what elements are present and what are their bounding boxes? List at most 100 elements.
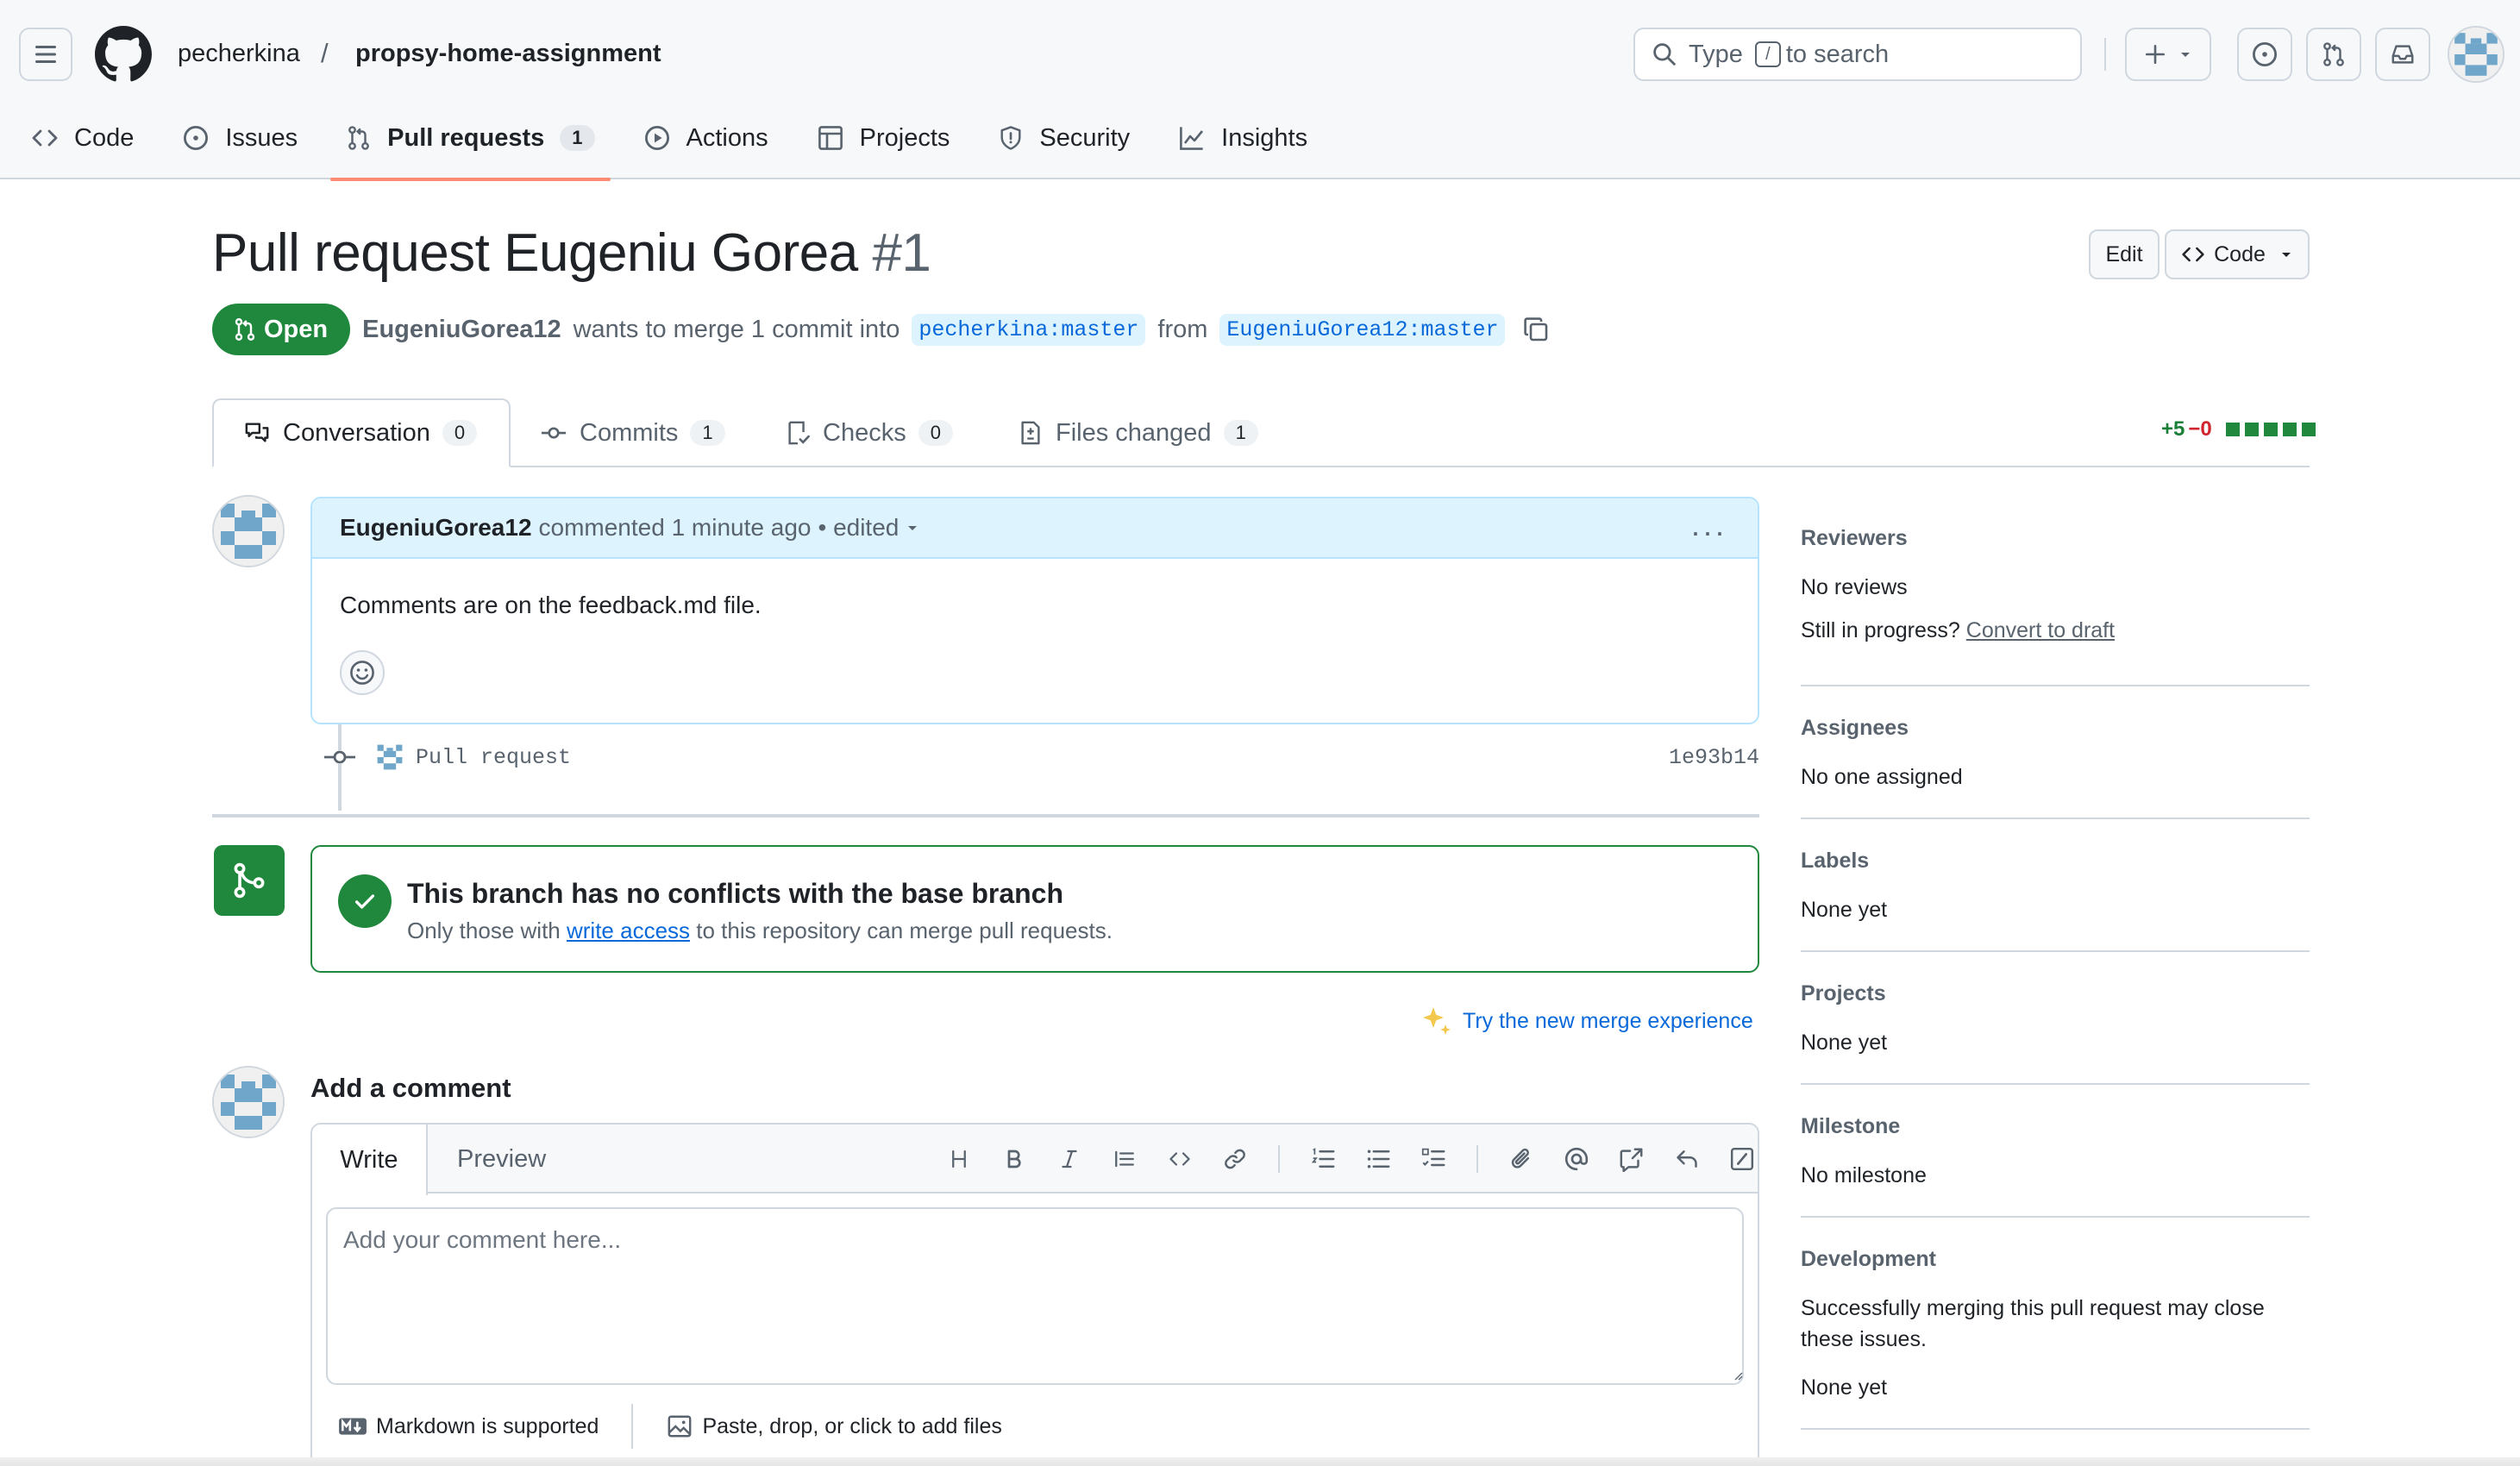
sidebar-value: No one assigned — [1801, 765, 1963, 789]
sidebar-heading[interactable]: Development — [1801, 1247, 2310, 1272]
code-dropdown-button[interactable]: Code — [2165, 229, 2310, 279]
git-commit-icon — [324, 750, 355, 764]
search-icon — [1653, 43, 1676, 66]
unordered-list-icon[interactable] — [1351, 1142, 1406, 1176]
comment-meta[interactable]: commented 1 minute ago — [539, 514, 812, 542]
sidebar-heading[interactable]: Milestone — [1801, 1114, 2310, 1139]
table-icon — [818, 126, 843, 150]
add-reaction-button[interactable] — [340, 650, 385, 695]
reply-icon[interactable] — [1659, 1142, 1714, 1176]
github-logo-icon[interactable] — [95, 26, 152, 83]
repo-tab-projects[interactable]: Projects — [801, 110, 966, 166]
user-avatar[interactable] — [2448, 26, 2504, 83]
sidebar-milestone: Milestone No milestone — [1801, 1114, 2310, 1191]
commit-item: Pull request 1e93b14 — [323, 740, 1759, 774]
commit-sha[interactable]: 1e93b14 — [1669, 745, 1759, 770]
create-new-button[interactable] — [2125, 28, 2211, 81]
breadcrumb-repo[interactable]: propsy-home-assignment — [355, 40, 661, 68]
identicon-icon — [374, 742, 405, 773]
cross-reference-icon[interactable] — [1604, 1142, 1659, 1176]
repo-tab-insights[interactable]: Insights — [1163, 110, 1323, 166]
try-link-label: Try the new merge experience — [1463, 1008, 1753, 1033]
comment-edited[interactable]: • edited — [818, 514, 899, 542]
tab-commits[interactable]: Commits 1 — [540, 398, 725, 467]
tab-checks[interactable]: Checks 0 — [785, 398, 953, 467]
sidebar-divider — [1801, 1428, 2310, 1430]
comment-author[interactable]: EugeniuGorea12 — [340, 514, 532, 542]
issues-button[interactable] — [2237, 28, 2292, 81]
repo-tab-code[interactable]: Code — [16, 110, 149, 166]
sidebar-heading[interactable]: Reviewers — [1801, 526, 2310, 551]
link-icon[interactable] — [1207, 1142, 1263, 1176]
search-suffix-text: to search — [1785, 40, 1890, 68]
convert-to-draft-link[interactable]: Convert to draft — [1966, 618, 2115, 642]
tab-commits-count: 1 — [690, 420, 725, 446]
markdown-supported-link[interactable]: Markdown is supported — [376, 1414, 599, 1439]
ordered-list-icon[interactable] — [1295, 1142, 1351, 1176]
sidebar-heading[interactable]: Projects — [1801, 981, 2310, 1006]
comment-author-avatar[interactable] — [212, 495, 285, 567]
base-branch-label[interactable]: pecherkina:master — [912, 313, 1146, 346]
merge-box: This branch has no conflicts with the ba… — [310, 845, 1759, 973]
tab-conversation[interactable]: Conversation 0 — [212, 398, 511, 467]
copy-icon[interactable] — [1522, 316, 1550, 343]
add-files-button[interactable]: Paste, drop, or click to add files — [702, 1414, 1001, 1439]
tab-write[interactable]: Write — [312, 1125, 428, 1195]
merge-description: wants to merge 1 commit into — [573, 315, 900, 343]
sidebar-value: Successfully merging this pull request m… — [1801, 1296, 2265, 1351]
tab-files-changed[interactable]: Files changed 1 — [1018, 398, 1258, 467]
pr-title-text: Pull request Eugeniu Gorea — [212, 223, 858, 283]
triangle-down-icon — [2181, 53, 2190, 57]
breadcrumb-owner[interactable]: pecherkina — [178, 40, 300, 68]
repo-tab-pull-requests[interactable]: Pull requests 1 — [330, 110, 611, 181]
head-branch-label[interactable]: EugeniuGorea12:master — [1219, 313, 1506, 346]
pr-author-link[interactable]: EugeniuGorea12 — [362, 316, 561, 344]
sidebar-development: Development Successfully merging this pu… — [1801, 1247, 2310, 1403]
repo-tab-actions[interactable]: Actions — [628, 110, 784, 166]
menu-button[interactable] — [19, 28, 72, 81]
quote-icon[interactable] — [1097, 1142, 1152, 1176]
pr-state-row: Open EugeniuGorea12 wants to merge 1 com… — [212, 304, 1550, 355]
slash-command-icon[interactable] — [1714, 1142, 1770, 1176]
heading-icon[interactable] — [931, 1142, 987, 1176]
repo-tab-security[interactable]: Security — [982, 110, 1145, 166]
comment-header: EugeniuGorea12 commented 1 minute ago • … — [312, 498, 1758, 559]
write-access-link[interactable]: write access — [567, 918, 690, 943]
merge-sub-prefix: Only those with — [407, 918, 561, 943]
comment-card: EugeniuGorea12 commented 1 minute ago • … — [310, 497, 1759, 724]
comment-options-button[interactable]: ··· — [1690, 514, 1727, 550]
comment-textarea[interactable]: Add your comment here... — [326, 1207, 1744, 1385]
tab-preview[interactable]: Preview — [457, 1145, 546, 1174]
code-icon[interactable] — [1152, 1142, 1207, 1176]
sidebar-draft-row: Still in progress? Convert to draft — [1801, 615, 2310, 646]
sidebar-divider — [1801, 818, 2310, 819]
inbox-button[interactable] — [2375, 28, 2430, 81]
repo-tab-label: Projects — [859, 123, 950, 152]
repo-tab-issues[interactable]: Issues — [166, 110, 313, 166]
mention-icon[interactable] — [1549, 1142, 1604, 1176]
edit-button[interactable]: Edit — [2089, 229, 2160, 279]
triangle-down-icon — [2281, 253, 2291, 257]
task-list-icon[interactable] — [1406, 1142, 1461, 1176]
resize-grip-icon[interactable] — [1730, 1368, 1744, 1381]
italic-icon[interactable] — [1042, 1142, 1097, 1176]
identicon-icon — [214, 1068, 283, 1137]
triangle-down-icon[interactable] — [906, 521, 919, 535]
still-in-progress-text: Still in progress? — [1801, 618, 1960, 642]
tab-checks-count: 0 — [918, 420, 953, 446]
graph-icon — [1180, 127, 1204, 150]
search-input[interactable]: Type / to search — [1633, 28, 2082, 81]
search-type-text: Type — [1689, 40, 1743, 68]
bold-icon[interactable] — [987, 1142, 1042, 1176]
sidebar-heading[interactable]: Labels — [1801, 849, 2310, 874]
pull-requests-button[interactable] — [2306, 28, 2361, 81]
status-badge-label: Open — [264, 315, 329, 343]
current-user-avatar[interactable] — [212, 1066, 285, 1138]
code-icon — [2182, 247, 2204, 262]
try-merge-experience-link[interactable]: Try the new merge experience — [1420, 1004, 1753, 1038]
repo-tab-label: Actions — [686, 123, 768, 152]
shield-icon — [1000, 126, 1021, 150]
paperclip-icon[interactable] — [1494, 1142, 1549, 1176]
sidebar-heading[interactable]: Assignees — [1801, 716, 2310, 741]
commit-message[interactable]: Pull request — [416, 745, 571, 770]
